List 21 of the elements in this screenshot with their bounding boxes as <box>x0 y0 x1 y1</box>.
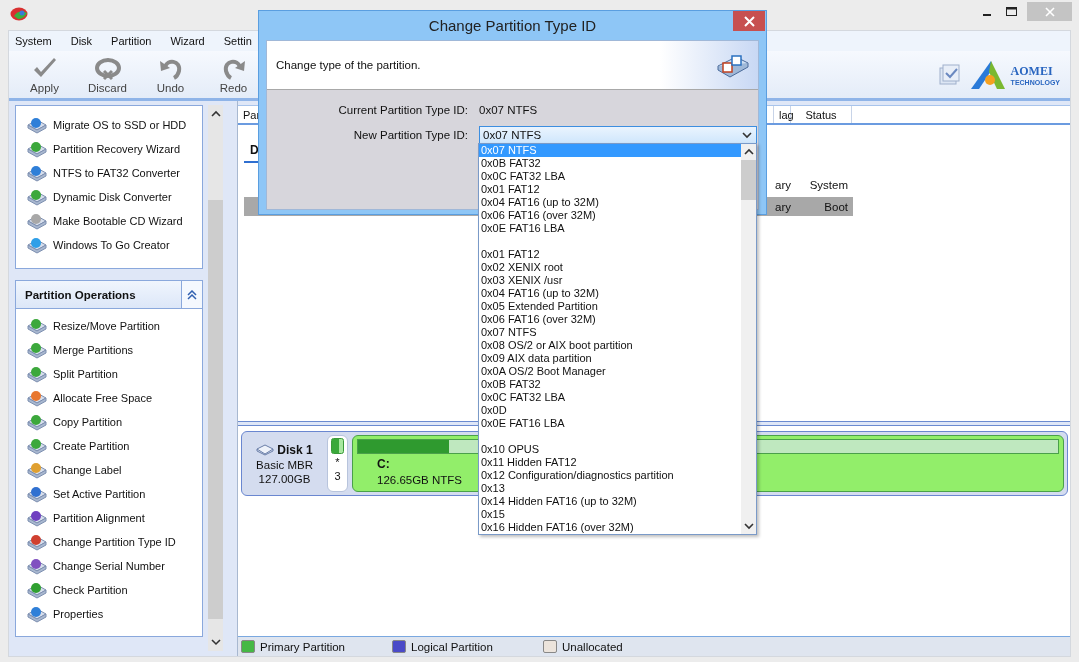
partition-letter: C: <box>377 457 390 471</box>
field-label: New Partition Type ID: <box>352 129 468 141</box>
dialog-title: Change Partition Type ID <box>428 17 597 34</box>
asterisk-label: * <box>335 456 340 468</box>
table-cell-text: Boot <box>823 200 849 213</box>
logo-name: AOMEI <box>1010 63 1054 79</box>
field-value: 0x07 NTFS <box>479 104 538 116</box>
disk-name: Disk 1 <box>277 442 313 457</box>
partition-info: 126.65GB NTFS <box>377 474 462 486</box>
disk-size: 127.00GB <box>258 472 311 485</box>
legend-label: Logical Partition <box>411 640 493 653</box>
legend-label: Unallocated <box>562 640 623 653</box>
dialog-description: Change type of the partition. <box>276 59 421 71</box>
field-label: Current Partition Type ID: <box>337 104 468 116</box>
column-header: System <box>808 178 849 191</box>
table-cell-text: ary <box>775 200 792 213</box>
disk-type: Basic MBR <box>256 458 313 471</box>
column-header: ary <box>775 178 792 191</box>
panel-title: Partition Operations <box>24 287 137 303</box>
legend-label: Primary Partition <box>260 640 345 653</box>
partition-number: 3 <box>334 470 341 482</box>
